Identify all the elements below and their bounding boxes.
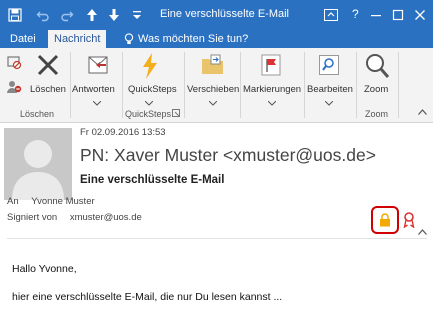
to-label: An xyxy=(7,196,19,207)
save-icon[interactable] xyxy=(8,7,22,23)
chevron-down-icon[interactable] xyxy=(144,98,154,109)
move-button[interactable]: Verschieben xyxy=(187,84,239,95)
collapse-ribbon-icon[interactable] xyxy=(418,107,427,118)
to-recipient[interactable]: Yvonne Muster xyxy=(31,196,94,207)
close-icon[interactable] xyxy=(414,7,426,23)
arrow-up-icon[interactable] xyxy=(86,7,98,23)
message-date: Fr 02.09.2016 13:53 xyxy=(80,127,166,138)
signed-label: Signiert von xyxy=(7,212,58,223)
ribbon-display-options-icon[interactable] xyxy=(324,7,338,23)
delete-button[interactable]: Löschen xyxy=(30,84,66,95)
body-line-1: hier eine verschlüsselte E-Mail, die nur… xyxy=(12,291,283,303)
lock-icon xyxy=(380,213,390,227)
group-label-zoom: Zoom xyxy=(365,109,389,119)
flag-icon[interactable] xyxy=(260,53,282,80)
message-subject: Eine verschlüsselte E-Mail xyxy=(80,174,225,186)
quicksteps-icon[interactable] xyxy=(140,52,160,83)
chevron-down-icon[interactable] xyxy=(208,98,218,109)
ribbon-tabs: Datei Nachricht Was möchten Sie tun? xyxy=(0,30,433,48)
undo-icon[interactable] xyxy=(36,7,50,23)
editing-button[interactable]: Bearbeiten xyxy=(307,84,353,95)
quicksteps-button[interactable]: QuickSteps xyxy=(128,84,177,95)
body-greeting: Hallo Yvonne, xyxy=(12,263,77,275)
title-bar: Eine verschlüsselte E-Mail ? xyxy=(0,0,433,30)
zoom-button[interactable]: Zoom xyxy=(364,84,388,95)
tell-me-box[interactable]: Was möchten Sie tun? xyxy=(124,30,248,48)
header-divider xyxy=(7,238,427,239)
zoom-icon[interactable] xyxy=(364,52,390,83)
move-folder-icon[interactable] xyxy=(201,54,225,79)
delete-icon[interactable] xyxy=(35,52,61,81)
ribbon: Löschen Löschen Antworten QuickSteps Qui… xyxy=(0,48,433,123)
help-button[interactable]: ? xyxy=(352,7,359,21)
tab-nachricht[interactable]: Nachricht xyxy=(48,30,107,48)
to-row: An Yvonne Muster xyxy=(7,196,95,207)
window-title: Eine verschlüsselte E-Mail xyxy=(160,8,289,20)
group-label-quicksteps: QuickSteps xyxy=(125,109,172,119)
tab-datei[interactable]: Datei xyxy=(4,30,42,48)
reply-icon[interactable] xyxy=(86,54,112,81)
chevron-down-icon[interactable] xyxy=(267,98,277,109)
signed-by[interactable]: xmuster@uos.de xyxy=(70,212,142,223)
minimize-icon[interactable] xyxy=(370,7,382,23)
tags-button[interactable]: Markierungen xyxy=(243,84,301,95)
encryption-lock-highlight[interactable] xyxy=(371,206,399,234)
ignore-icon[interactable] xyxy=(6,54,22,73)
group-label-loeschen: Löschen xyxy=(20,109,55,119)
junk-icon[interactable] xyxy=(6,78,24,97)
signature-ribbon-icon[interactable] xyxy=(403,212,415,233)
chevron-down-icon[interactable] xyxy=(92,98,102,109)
signed-row: Signiert von xmuster@uos.de xyxy=(7,212,142,223)
reply-button[interactable]: Antworten xyxy=(72,84,115,95)
arrow-down-icon[interactable] xyxy=(108,7,120,23)
tell-me-label: Was möchten Sie tun? xyxy=(138,33,249,45)
dialog-launcher-icon[interactable] xyxy=(172,109,180,120)
message-sender[interactable]: PN: Xaver Muster <xmuster@uos.de> xyxy=(80,145,376,166)
sender-avatar xyxy=(4,128,72,200)
find-icon[interactable] xyxy=(318,54,340,79)
chevron-down-icon[interactable] xyxy=(324,98,334,109)
customize-qat-icon[interactable] xyxy=(132,7,142,23)
lightbulb-icon xyxy=(124,33,134,44)
maximize-icon[interactable] xyxy=(392,7,404,23)
redo-icon[interactable] xyxy=(60,7,74,23)
